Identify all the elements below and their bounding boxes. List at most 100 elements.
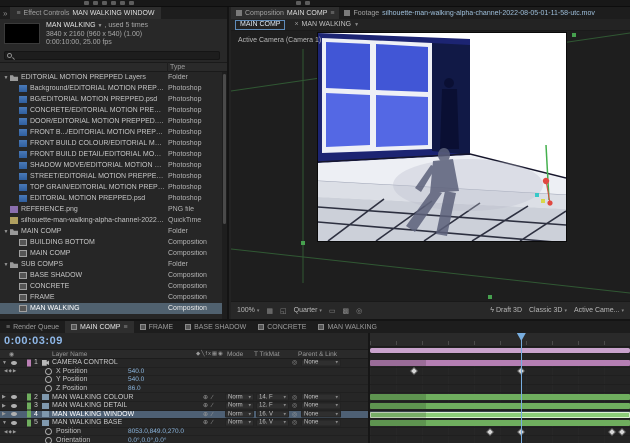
visibility-eye-icon[interactable] xyxy=(11,359,17,367)
pixel-aspect-icon[interactable]: ◎ xyxy=(356,307,362,315)
renderer-button[interactable]: Classic 3D▾ xyxy=(529,307,567,314)
viewer-tab-man-walking[interactable]: × MAN WALKING ▼ xyxy=(290,20,363,30)
timeline-tab-concrete[interactable]: CONCRETE xyxy=(252,321,312,333)
time-ruler[interactable] xyxy=(370,333,630,347)
layer-duration-bar[interactable] xyxy=(370,420,630,426)
playhead[interactable] xyxy=(521,333,522,443)
property-value[interactable]: 540.0 xyxy=(128,376,144,384)
project-item[interactable]: ▼EDITORIAL MOTION PREPPED LayersFolder xyxy=(0,72,222,83)
layer-row[interactable]: ▶3MAN WALKING DETAIL⊕ ∕Norm▾12. F▾◎None▾ xyxy=(0,402,368,411)
work-area[interactable] xyxy=(370,347,630,354)
track-row[interactable] xyxy=(370,368,630,377)
project-columns-header[interactable]: Type xyxy=(0,62,227,72)
panel-overflow-icon[interactable]: » xyxy=(0,9,10,18)
property-value[interactable]: 0.0°,0.0°,0.0° xyxy=(128,436,167,443)
magnification-select[interactable]: 100%▾ xyxy=(237,307,259,314)
panel-menu-icon[interactable]: ≡ xyxy=(330,10,334,17)
chevron-down-icon[interactable]: ▼ xyxy=(98,23,103,29)
mode-header[interactable]: Mode xyxy=(227,351,243,358)
layer-row[interactable]: ▼1CAMERA CONTROL◎None▾ xyxy=(0,359,368,368)
view-select[interactable]: Active Came...▾ xyxy=(574,307,624,314)
label-color-chip[interactable] xyxy=(27,359,31,366)
project-item[interactable]: TOP GRAIN/EDITORIAL MOTION PREPPED.psdPh… xyxy=(0,182,222,193)
stopwatch-icon[interactable] xyxy=(45,385,52,393)
track-row[interactable] xyxy=(370,428,630,437)
timeline-tab-man-walking[interactable]: MAN WALKING xyxy=(312,321,383,333)
mode-select[interactable]: Norm▾ xyxy=(225,419,254,426)
trkmat-select[interactable]: 16. V▾ xyxy=(256,419,289,426)
layer-row[interactable]: ▶2MAN WALKING COLOUR⊕ ∕Norm▾14. F▾◎None▾ xyxy=(0,393,368,402)
project-item[interactable]: ▼MAIN COMPFolder xyxy=(0,226,222,237)
keyframe-icon[interactable] xyxy=(619,429,625,435)
visibility-eye-icon[interactable] xyxy=(11,393,17,401)
project-item[interactable]: FRONT B.../EDITORIAL MOTION PREPPED.psdP… xyxy=(0,127,222,138)
project-item[interactable]: REFERENCE.pngPNG file xyxy=(0,204,222,215)
parent-select[interactable]: None▾ xyxy=(301,411,341,418)
label-color-chip[interactable] xyxy=(27,419,31,426)
twirl-icon[interactable]: ▼ xyxy=(2,419,7,427)
mask-visibility-icon[interactable]: ◱ xyxy=(280,307,287,315)
layer-switches[interactable]: ⊕ ∕ xyxy=(203,419,214,427)
trkmat-header[interactable]: T TrkMat xyxy=(254,351,280,358)
pan-behind-tool-icon[interactable] xyxy=(129,1,134,5)
viewer-tab-main-comp[interactable]: MAIN COMP xyxy=(235,20,285,30)
layer-row[interactable]: ▶4MAN WALKING WINDOW⊕ ∕Norm▾16. V▾◎None▾ xyxy=(0,411,368,420)
camera-tool-icon[interactable] xyxy=(120,1,125,5)
track-row[interactable] xyxy=(370,393,630,402)
keyframe-icon[interactable] xyxy=(609,429,615,435)
project-item[interactable]: FRAMEComposition xyxy=(0,292,222,303)
grid-options-icon[interactable]: ▦ xyxy=(266,307,273,315)
project-item[interactable]: BASE SHADOWComposition xyxy=(0,270,222,281)
track-row[interactable] xyxy=(370,359,630,368)
property-value[interactable]: 540.0 xyxy=(128,368,144,376)
parent-select[interactable]: None▾ xyxy=(301,419,341,426)
trkmat-select[interactable]: 16. V▾ xyxy=(256,411,289,418)
track-row[interactable] xyxy=(370,376,630,385)
stopwatch-icon[interactable] xyxy=(45,376,52,384)
mode-select[interactable]: Norm▾ xyxy=(225,411,254,418)
stopwatch-icon[interactable] xyxy=(45,428,52,436)
pickwhip-icon[interactable]: ◎ xyxy=(292,411,297,419)
tab-footage[interactable]: Footage silhouette-man-walking-alpha-cha… xyxy=(339,7,599,19)
fast-previews-button[interactable]: ϟ Draft 3D xyxy=(490,307,522,314)
region-of-interest-icon[interactable]: ▭ xyxy=(329,307,336,315)
keyframe-icon[interactable] xyxy=(487,429,493,435)
mode-select[interactable]: Norm▾ xyxy=(225,394,254,401)
twirl-icon[interactable]: ▼ xyxy=(2,359,7,367)
parent-select[interactable]: None▾ xyxy=(301,402,341,409)
twirl-icon[interactable]: ▼ xyxy=(2,262,10,268)
keyframe-navigator[interactable]: ◀◆▶ xyxy=(4,368,17,376)
pickwhip-icon[interactable]: ◎ xyxy=(292,359,297,367)
project-scrollbar[interactable] xyxy=(222,72,227,319)
close-icon[interactable]: × xyxy=(294,21,298,28)
property-value[interactable]: 8053.0,849.0,270.0 xyxy=(128,428,184,436)
pickwhip-icon[interactable]: ◎ xyxy=(292,419,297,427)
property-row[interactable]: ◀◆▶X Position540.0 xyxy=(0,368,368,377)
twirl-icon[interactable]: ▶ xyxy=(2,411,6,419)
parent-select[interactable]: None▾ xyxy=(301,394,341,401)
layer-duration-bar[interactable] xyxy=(370,360,630,366)
project-item[interactable]: FRONT BUILD DETAIL/EDITORIAL MOTION PREP… xyxy=(0,149,222,160)
twirl-icon[interactable]: ▶ xyxy=(2,393,6,401)
project-item[interactable]: BG/EDITORIAL MOTION PREPPED.psdPhotoshop xyxy=(0,94,222,105)
tab-effect-controls[interactable]: ≡ Effect Controls MAN WALKING WINDOW xyxy=(10,7,160,19)
project-item[interactable]: MAN WALKINGComposition xyxy=(0,303,222,314)
project-item[interactable]: MAIN COMPComposition xyxy=(0,248,222,259)
visibility-eye-icon[interactable] xyxy=(11,402,17,410)
timeline-track-area[interactable] xyxy=(368,333,630,443)
label-color-chip[interactable] xyxy=(27,402,31,409)
zoom-tool-icon[interactable] xyxy=(102,1,107,5)
twirl-icon[interactable]: ▼ xyxy=(2,229,10,235)
keyframe-icon[interactable] xyxy=(411,369,417,375)
tab-composition[interactable]: Composition MAIN COMP ≡ xyxy=(231,7,339,19)
pickwhip-icon[interactable]: ◎ xyxy=(292,393,297,401)
label-color-chip[interactable] xyxy=(27,411,31,418)
stopwatch-icon[interactable] xyxy=(45,436,52,443)
trkmat-select[interactable]: 12. F▾ xyxy=(256,402,289,409)
visibility-eye-icon[interactable] xyxy=(11,419,17,427)
rotate-tool-icon[interactable] xyxy=(111,1,116,5)
project-item[interactable]: STREET/EDITORIAL MOTION PREPPED.psdPhoto… xyxy=(0,171,222,182)
parent-select[interactable]: None▾ xyxy=(301,359,341,366)
track-row[interactable] xyxy=(370,385,630,394)
type-tool-icon[interactable] xyxy=(305,1,310,5)
